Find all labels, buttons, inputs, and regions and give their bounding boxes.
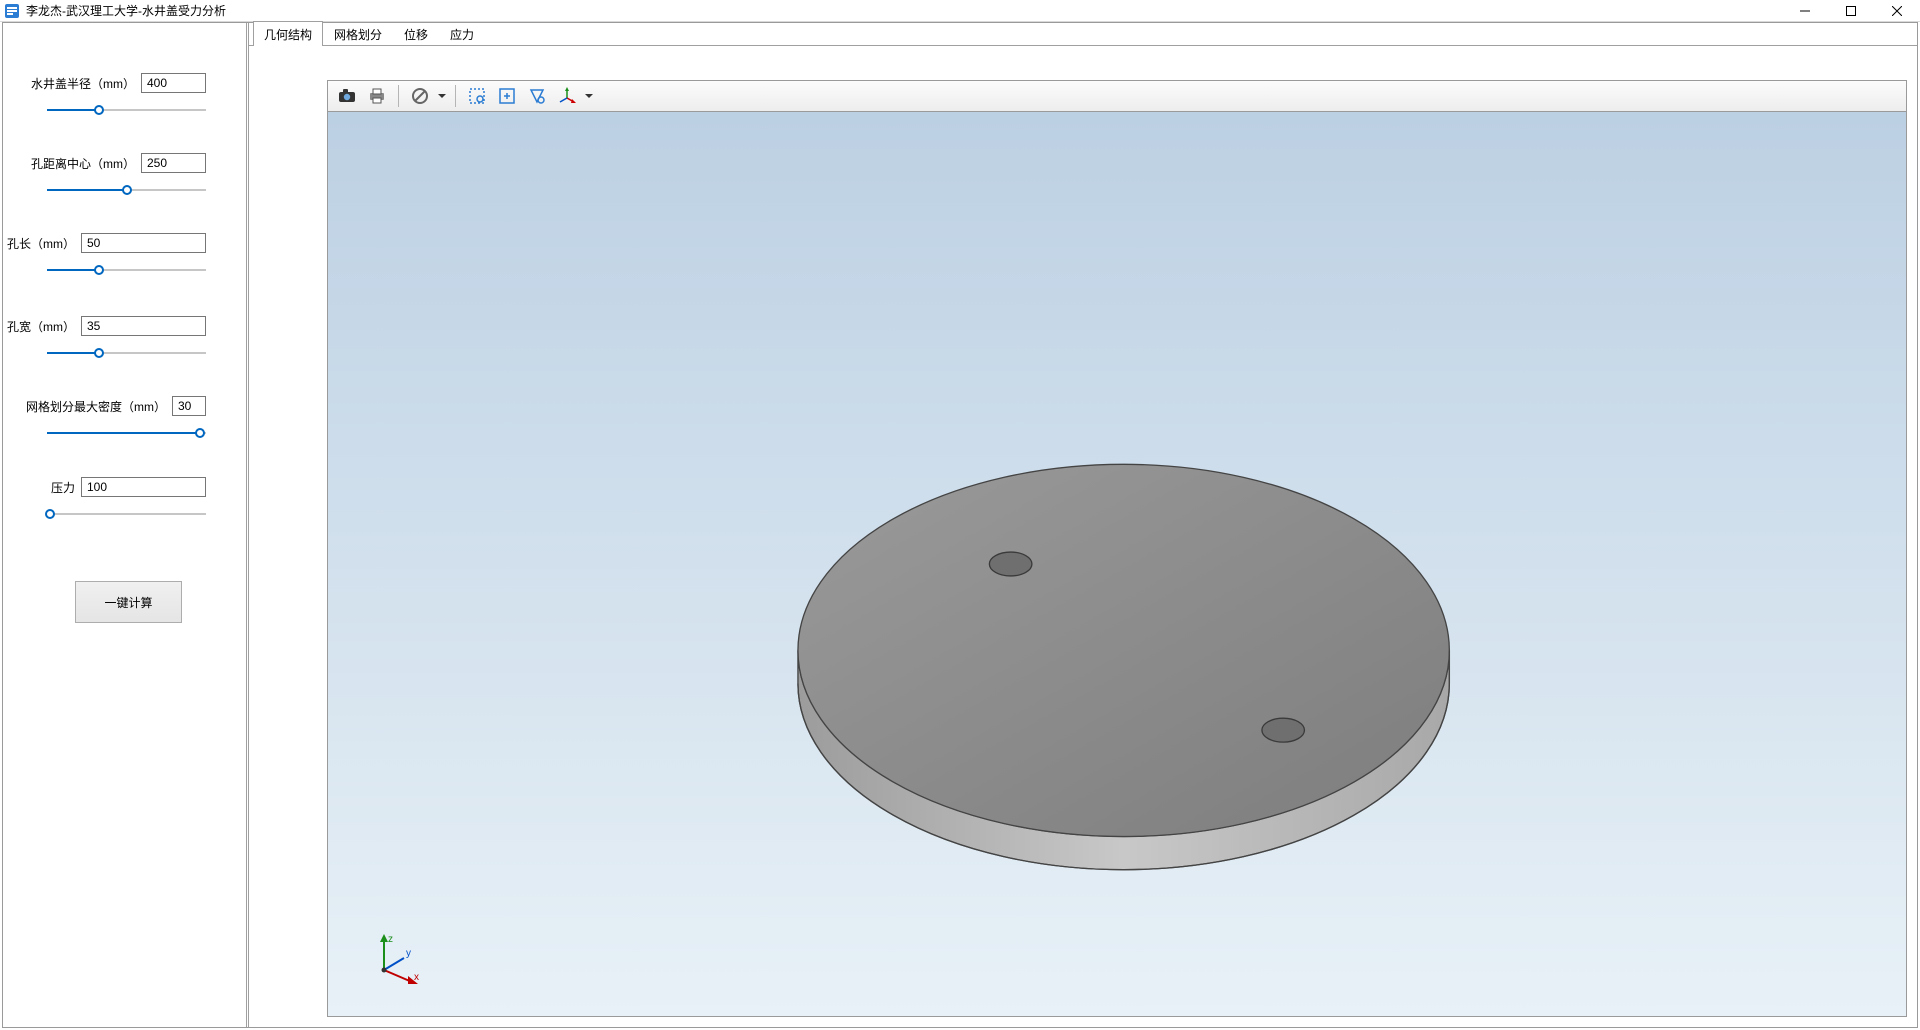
zoom-box-icon[interactable] [464, 83, 490, 109]
minimize-button[interactable] [1782, 0, 1828, 22]
param-slider-radius[interactable] [47, 101, 206, 121]
tab-mesh[interactable]: 网格划分 [323, 21, 393, 46]
param-label: 网格划分最大密度（mm） [26, 398, 166, 415]
orient-icon[interactable] [554, 83, 580, 109]
svg-text:x: x [414, 972, 419, 983]
svg-text:y: y [406, 948, 411, 959]
compute-button[interactable]: 一键计算 [75, 581, 182, 623]
result-area: 几何结构 网格划分 位移 应力 [249, 23, 1917, 1027]
dropdown-icon[interactable] [584, 92, 594, 100]
main-frame: 水井盖半径（mm） 孔距离中心（mm） 孔长（mm） [2, 22, 1918, 1028]
window-title: 李龙杰-武汉理工大学-水井盖受力分析 [26, 2, 226, 19]
toolbar-separator [455, 85, 456, 107]
dropdown-icon[interactable] [437, 92, 447, 100]
param-label: 孔宽（mm） [7, 318, 75, 335]
title-bar: 李龙杰-武汉理工大学-水井盖受力分析 [0, 0, 1920, 22]
param-radius: 水井盖半径（mm） [47, 73, 206, 121]
tab-geometry[interactable]: 几何结构 [253, 21, 323, 46]
param-input-hole-offset[interactable] [141, 153, 206, 173]
param-mesh-density: 网格划分最大密度（mm） [47, 396, 206, 444]
svg-text:z: z [388, 934, 393, 945]
print-icon[interactable] [364, 83, 390, 109]
tab-bar: 几何结构 网格划分 位移 应力 [249, 23, 1917, 46]
param-hole-offset: 孔距离中心（mm） [47, 153, 206, 201]
param-input-radius[interactable] [141, 73, 206, 93]
param-pressure: 压力 [47, 477, 206, 525]
camera-icon[interactable] [334, 83, 360, 109]
param-input-hole-length[interactable] [81, 233, 206, 253]
param-slider-pressure[interactable] [47, 505, 206, 525]
param-hole-width: 孔宽（mm） [47, 316, 206, 364]
param-slider-hole-offset[interactable] [47, 181, 206, 201]
axis-triad: z x y [368, 930, 424, 986]
param-label: 水井盖半径（mm） [31, 75, 135, 92]
tab-stress[interactable]: 应力 [439, 21, 485, 46]
no-select-icon[interactable] [407, 83, 433, 109]
viewer-wrap: z x y [249, 46, 1917, 1027]
param-slider-mesh-density[interactable] [47, 424, 206, 444]
zoom-select-icon[interactable] [524, 83, 550, 109]
param-input-hole-width[interactable] [81, 316, 206, 336]
fit-view-icon[interactable] [494, 83, 520, 109]
viewport[interactable]: z x y [327, 112, 1907, 1017]
toolbar-separator [398, 85, 399, 107]
param-slider-hole-width[interactable] [47, 344, 206, 364]
app-icon [4, 3, 20, 19]
close-button[interactable] [1874, 0, 1920, 22]
param-label: 孔长（mm） [7, 235, 75, 252]
param-slider-hole-length[interactable] [47, 261, 206, 281]
model-disc [328, 112, 1906, 1016]
viewer-toolbar [327, 80, 1907, 112]
parameter-panel: 水井盖半径（mm） 孔距离中心（mm） 孔长（mm） [3, 23, 246, 1027]
tab-displacement[interactable]: 位移 [393, 21, 439, 46]
param-label: 孔距离中心（mm） [31, 155, 135, 172]
param-hole-length: 孔长（mm） [47, 233, 206, 281]
param-input-mesh-density[interactable] [172, 396, 206, 416]
param-label: 压力 [51, 479, 75, 496]
maximize-button[interactable] [1828, 0, 1874, 22]
param-input-pressure[interactable] [81, 477, 206, 497]
